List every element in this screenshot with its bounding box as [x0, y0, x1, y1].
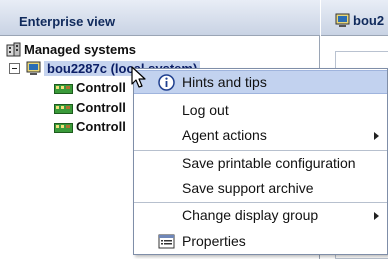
menu-item-properties[interactable]: Properties [134, 230, 387, 254]
menu-item-hints-and-tips[interactable]: Hints and tips [134, 70, 387, 94]
menu-item-label: Agent actions [182, 127, 267, 143]
tree-item-label: Controll [76, 99, 126, 115]
enterprise-view-header: Enterprise view [0, 0, 320, 36]
menu-item-label: Change display group [182, 207, 319, 223]
menu-separator [134, 150, 387, 151]
tree-item-controller[interactable]: Controll [54, 117, 126, 135]
menu-item-label: Save printable configuration [182, 155, 356, 171]
info-icon [158, 74, 175, 91]
menu-item-label: Log out [182, 102, 229, 118]
submenu-arrow-icon [374, 132, 379, 140]
tree-item-label: Managed systems [24, 41, 136, 57]
menu-item-save-printable-configuration[interactable]: Save printable configuration [134, 152, 387, 176]
tree-item-label: Controll [76, 118, 126, 134]
context-menu: Hints and tips Log out Agent actions Sav… [133, 68, 388, 255]
tree-item-label: Controll [76, 79, 126, 95]
menu-item-change-display-group[interactable]: Change display group [134, 204, 387, 228]
tab-label: bou2 [353, 12, 385, 28]
collapse-icon[interactable] [9, 62, 20, 74]
computer-icon [335, 13, 350, 28]
building-icon [6, 42, 21, 57]
tree-item-managed-systems[interactable]: Managed systems [6, 40, 136, 58]
tree-item-controller[interactable]: Controll [54, 78, 126, 96]
system-view-header: bou2 [321, 0, 388, 36]
menu-item-label: Save support archive [182, 180, 314, 196]
menu-separator [134, 202, 387, 203]
menu-item-save-support-archive[interactable]: Save support archive [134, 177, 387, 201]
tree-item-controller[interactable]: Controll [54, 98, 126, 116]
menu-item-log-out[interactable]: Log out [134, 99, 387, 123]
computer-icon [26, 61, 41, 76]
menu-item-agent-actions[interactable]: Agent actions [134, 124, 387, 148]
controller-card-icon [54, 102, 73, 114]
properties-icon [158, 233, 175, 250]
submenu-arrow-icon [374, 212, 379, 220]
tab-system[interactable]: bou2 [335, 10, 384, 30]
controller-card-icon [54, 121, 73, 133]
menu-item-label: Hints and tips [182, 74, 267, 90]
mouse-pointer-icon [131, 66, 149, 90]
controller-card-icon [54, 82, 73, 94]
menu-item-label: Properties [182, 233, 246, 249]
enterprise-view-title: Enterprise view [19, 14, 116, 29]
